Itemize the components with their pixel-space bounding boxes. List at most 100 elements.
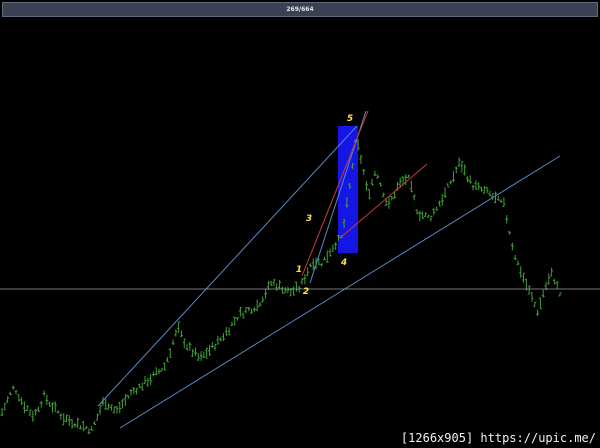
price-bar (90, 426, 94, 431)
price-bar (359, 154, 363, 165)
price-bar (454, 166, 458, 174)
price-bar (174, 329, 178, 337)
price-bar (443, 187, 447, 199)
price-bar (81, 420, 85, 432)
price-bar (8, 391, 12, 396)
price-bar (541, 289, 545, 298)
price-bar (362, 169, 366, 175)
price-bar (22, 401, 26, 414)
price-chart: 1 2 3 4 5 (0, 110, 600, 435)
price-bar (188, 342, 192, 351)
price-bar (322, 256, 326, 261)
price-bar (109, 404, 113, 411)
price-bar (334, 242, 338, 251)
watermark: [1266x905] https://upic.me/ (400, 431, 596, 445)
price-bar (370, 178, 374, 186)
price-bar (527, 285, 531, 295)
price-bar (435, 206, 439, 211)
price-bar (112, 406, 116, 414)
price-bar (367, 188, 371, 200)
price-bar (177, 321, 181, 333)
price-bar (48, 401, 52, 407)
price-bar (236, 317, 240, 321)
price-bar (193, 347, 197, 356)
price-bar (460, 161, 464, 173)
price-bar (34, 408, 38, 416)
price-bar (538, 297, 542, 310)
price-bar (70, 418, 74, 429)
price-bar (308, 263, 312, 268)
price-bar (140, 382, 144, 391)
price-bar (530, 292, 534, 302)
price-bar (409, 180, 413, 193)
price-bar (412, 194, 416, 201)
price-bar (457, 157, 461, 167)
price-bar (79, 425, 83, 430)
price-bar (104, 398, 108, 410)
price-bar (244, 306, 248, 314)
price-bar (135, 387, 139, 395)
price-bar (0, 408, 4, 417)
price-bar (163, 362, 167, 371)
price-bar (230, 321, 234, 326)
price-bar (73, 423, 77, 428)
price-bar (306, 267, 310, 277)
price-bar (373, 170, 377, 177)
price-bar (93, 421, 97, 425)
price-bar (121, 399, 125, 409)
price-bar (151, 371, 155, 377)
price-bar (485, 186, 489, 194)
price-bar (67, 415, 71, 426)
price-bar (300, 277, 304, 285)
price-bar (165, 356, 169, 363)
price-bar (50, 402, 54, 413)
price-bar (258, 302, 262, 307)
price-bar (294, 281, 298, 292)
price-bar (222, 333, 226, 341)
price-bar (482, 186, 486, 194)
price-bar (233, 316, 237, 326)
price-bar (76, 417, 80, 429)
price-bar (292, 286, 296, 296)
price-bar (227, 327, 231, 336)
price-bar (107, 403, 111, 410)
price-bar (185, 344, 189, 351)
price-bar (376, 174, 380, 179)
price-bar (196, 352, 200, 361)
price-bar (429, 215, 433, 222)
price-bar (423, 212, 427, 217)
price-bar (488, 191, 492, 197)
price-bar (118, 401, 122, 414)
title-bar: 269/664 (2, 2, 598, 17)
price-bar (98, 405, 102, 415)
price-bar (261, 296, 265, 303)
price-bar (149, 374, 153, 386)
price-bar (479, 187, 483, 192)
price-bar (87, 428, 91, 435)
price-bar (39, 400, 43, 408)
wave-label-5: 5 (347, 114, 353, 124)
price-bar (53, 401, 57, 413)
price-bar (451, 170, 455, 183)
price-bar (283, 287, 287, 294)
price-bar (381, 192, 385, 198)
wave-label-4: 4 (340, 258, 347, 268)
price-bar (474, 180, 478, 191)
price-bar (146, 378, 150, 387)
price-bar (275, 283, 279, 291)
price-bar (154, 367, 158, 376)
price-bar (210, 341, 214, 349)
price-bar (25, 405, 29, 412)
wave-label-2: 2 (303, 287, 309, 297)
price-bar (513, 254, 517, 261)
chart-window: 269/664 1 2 3 4 5 [1266x905] https://upic.me… (0, 0, 600, 448)
price-bar (3, 402, 7, 411)
price-bar (160, 368, 164, 372)
price-bar (286, 286, 290, 293)
price-bar (477, 182, 481, 190)
price-bar (407, 174, 411, 178)
price-bar (533, 301, 537, 307)
price-bar (126, 394, 130, 399)
price-bar (64, 414, 68, 423)
price-bar (415, 209, 419, 215)
